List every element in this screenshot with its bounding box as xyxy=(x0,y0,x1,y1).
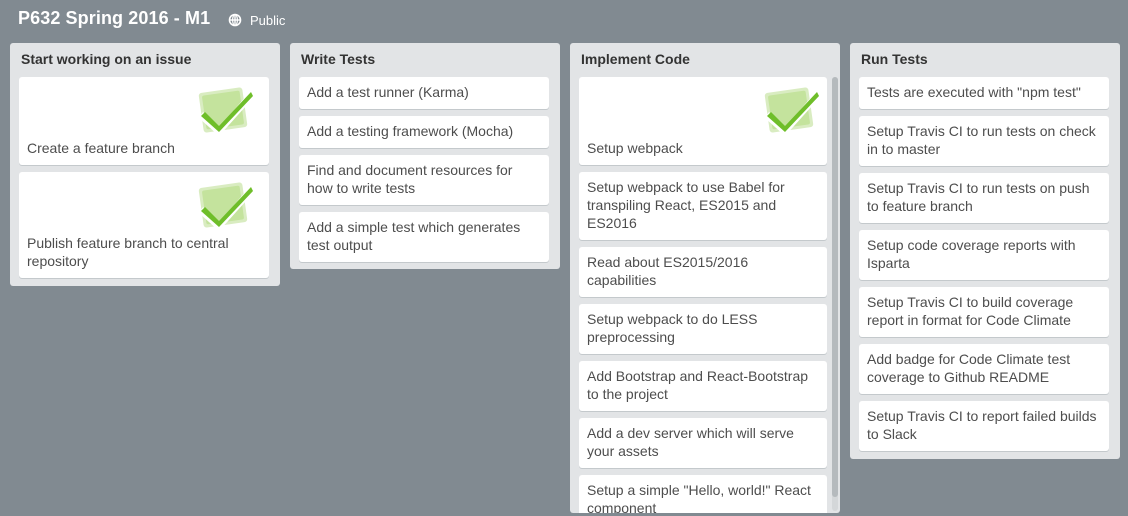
card[interactable]: Setup Travis CI to build coverage report… xyxy=(859,287,1109,337)
card[interactable]: Setup webpack to use Babel for transpili… xyxy=(579,172,827,240)
list-title[interactable]: Start working on an issue xyxy=(10,43,280,77)
card-title: Setup Travis CI to report failed builds … xyxy=(867,408,1097,442)
card[interactable]: Add a testing framework (Mocha) xyxy=(299,116,549,148)
globe-icon xyxy=(228,13,242,27)
card-title: Add a simple test which generates test o… xyxy=(307,219,521,253)
card-title: Publish feature branch to central reposi… xyxy=(27,235,229,269)
card-title: Add badge for Code Climate test coverage… xyxy=(867,351,1071,385)
card[interactable]: Add a dev server which will serve your a… xyxy=(579,418,827,468)
card[interactable]: Setup code coverage reports with Isparta xyxy=(859,230,1109,280)
list-title[interactable]: Implement Code xyxy=(570,43,840,77)
card-title: Read about ES2015/2016 capabilities xyxy=(587,254,749,288)
card[interactable]: Create a feature branch xyxy=(19,77,269,165)
checkmark-icon xyxy=(198,182,255,231)
card[interactable]: Add a simple test which generates test o… xyxy=(299,212,549,262)
card[interactable]: Setup Travis CI to run tests on push to … xyxy=(859,173,1109,223)
card-title: Tests are executed with "npm test" xyxy=(867,84,1081,100)
card[interactable]: Setup Travis CI to report failed builds … xyxy=(859,401,1109,451)
board-header: P632 Spring 2016 - M1 Public xyxy=(0,0,1128,40)
card-title: Create a feature branch xyxy=(27,140,175,156)
card-title: Setup Travis CI to run tests on push to … xyxy=(867,180,1090,214)
card[interactable]: Find and document resources for how to w… xyxy=(299,155,549,205)
card-title: Add a test runner (Karma) xyxy=(307,84,469,100)
list-start-working: Start working on an issue Create a featu… xyxy=(10,43,280,286)
card-title: Setup webpack to do LESS preprocessing xyxy=(587,311,758,345)
card[interactable]: Setup Travis CI to run tests on check in… xyxy=(859,116,1109,166)
card[interactable]: Add badge for Code Climate test coverage… xyxy=(859,344,1109,394)
card-title: Setup Travis CI to run tests on check in… xyxy=(867,123,1096,157)
card-title: Setup code coverage reports with Isparta xyxy=(867,237,1076,271)
card[interactable]: Add a test runner (Karma) xyxy=(299,77,549,109)
board-title[interactable]: P632 Spring 2016 - M1 xyxy=(18,8,210,29)
list-implement-code: Implement Code Setup webpack Setup webpa… xyxy=(570,43,840,513)
visibility-button[interactable]: Public xyxy=(228,11,285,29)
card[interactable]: Tests are executed with "npm test" xyxy=(859,77,1109,109)
card[interactable]: Publish feature branch to central reposi… xyxy=(19,172,269,278)
card[interactable]: Setup webpack xyxy=(579,77,827,165)
card-title: Add a dev server which will serve your a… xyxy=(587,425,794,459)
card-title: Add a testing framework (Mocha) xyxy=(307,123,514,139)
card-title: Setup webpack xyxy=(587,140,683,156)
card-title: Setup a simple "Hello, world!" React com… xyxy=(587,482,811,513)
card[interactable]: Read about ES2015/2016 capabilities xyxy=(579,247,827,297)
list-write-tests: Write Tests Add a test runner (Karma) Ad… xyxy=(290,43,560,269)
list-scrollbar[interactable] xyxy=(832,77,838,511)
card-title: Setup Travis CI to build coverage report… xyxy=(867,294,1074,328)
card-title: Add Bootstrap and React-Bootstrap to the… xyxy=(587,368,809,402)
list-run-tests: Run Tests Tests are executed with "npm t… xyxy=(850,43,1120,459)
scrollbar-thumb[interactable] xyxy=(832,77,838,497)
checkmark-icon xyxy=(198,87,255,136)
card-title: Setup webpack to use Babel for transpili… xyxy=(587,179,785,231)
list-title[interactable]: Run Tests xyxy=(850,43,1120,77)
card[interactable]: Setup a simple "Hello, world!" React com… xyxy=(579,475,827,513)
card-title: Find and document resources for how to w… xyxy=(307,162,513,196)
checkmark-icon xyxy=(764,87,821,136)
list-title[interactable]: Write Tests xyxy=(290,43,560,77)
card[interactable]: Setup webpack to do LESS preprocessing xyxy=(579,304,827,354)
visibility-label: Public xyxy=(250,12,286,28)
card[interactable]: Add Bootstrap and React-Bootstrap to the… xyxy=(579,361,827,411)
